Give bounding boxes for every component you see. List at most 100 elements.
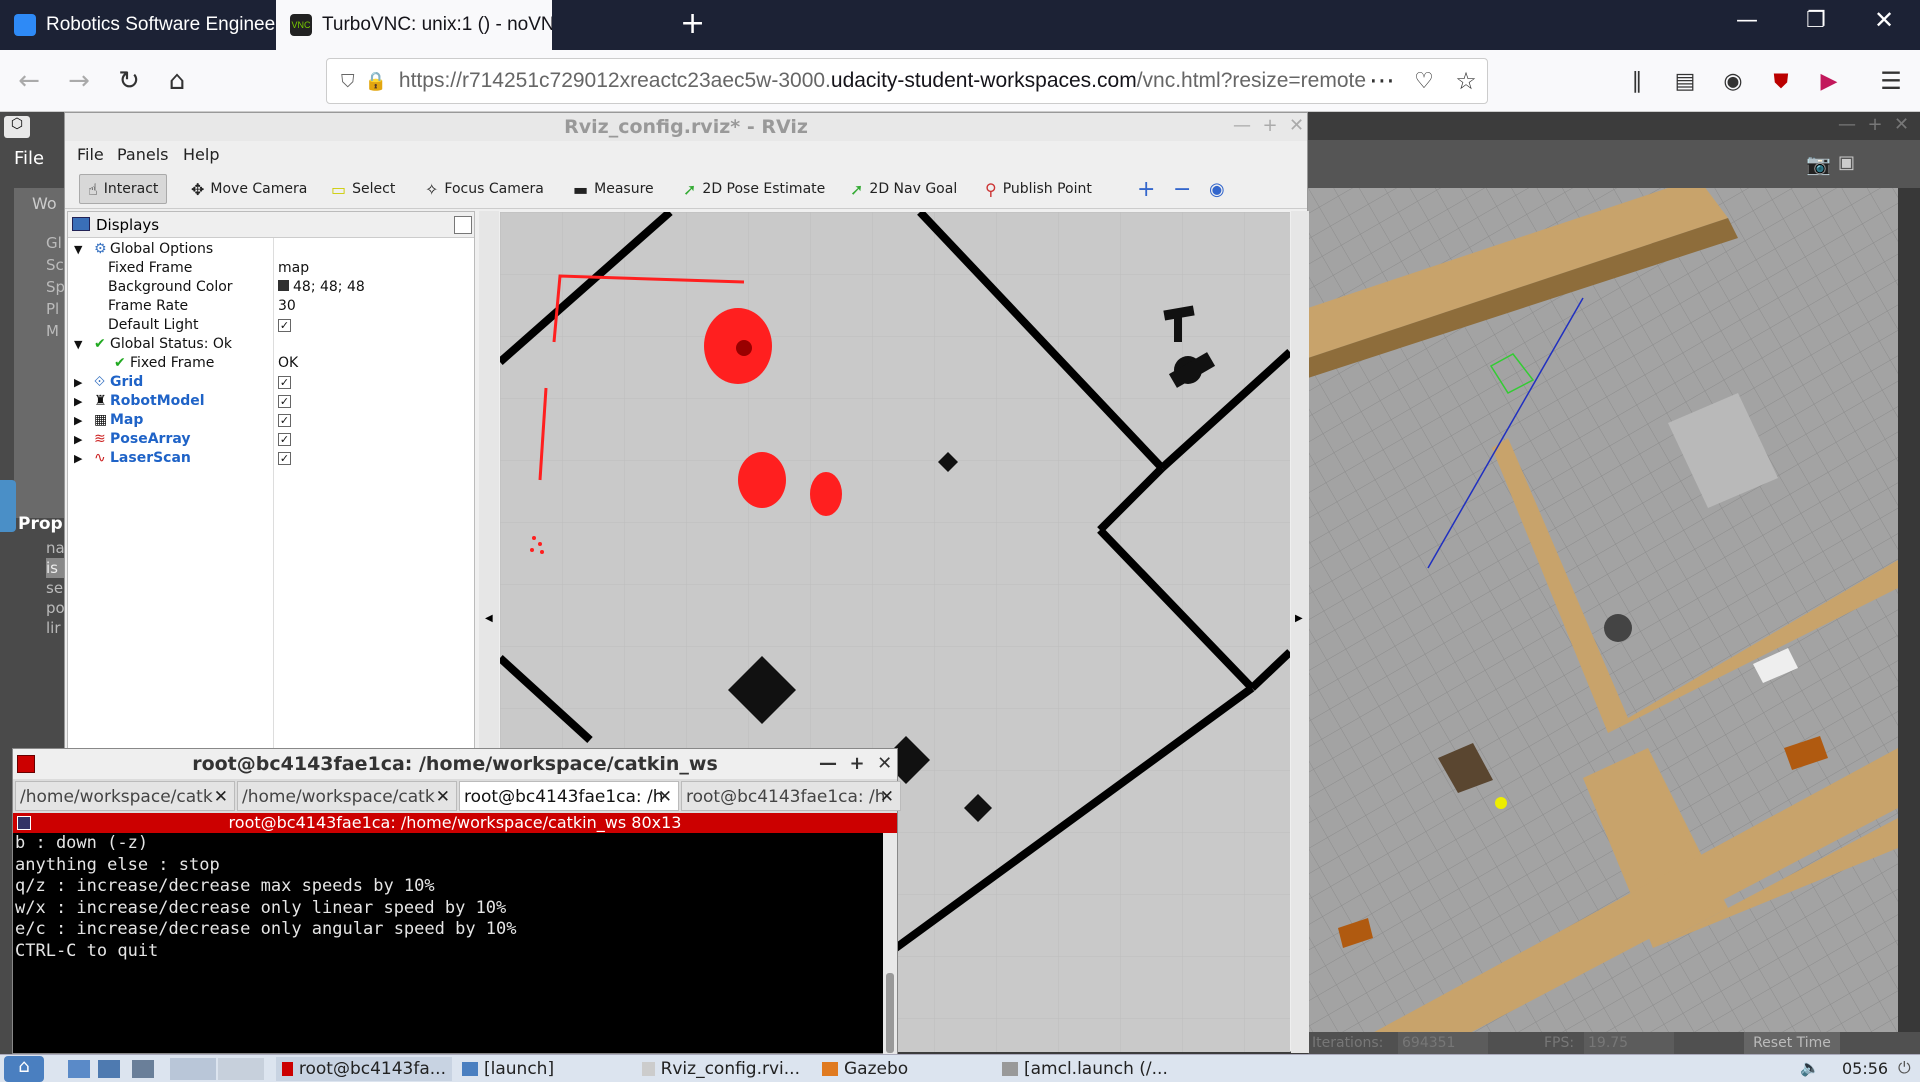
- file-menu[interactable]: File: [14, 148, 44, 169]
- more-icon[interactable]: ⋯: [1363, 62, 1401, 100]
- terminal-launcher-icon[interactable]: [132, 1060, 154, 1078]
- terminal-tab[interactable]: /home/workspace/catk ✕: [237, 781, 457, 811]
- remove-tool-icon[interactable]: −: [1165, 174, 1199, 204]
- publish-point-tool[interactable]: ⚲ Publish Point: [977, 174, 1100, 204]
- workspace-1[interactable]: [170, 1058, 216, 1080]
- tree-robot-model[interactable]: ▶ ♜ RobotModel ✓: [68, 392, 474, 411]
- splitter-right[interactable]: ▶: [1291, 211, 1309, 1053]
- window-controls[interactable]: — + ✕: [819, 749, 892, 779]
- taskbar-item-gazebo[interactable]: Gazebo: [816, 1057, 986, 1081]
- interact-tool[interactable]: ☝ Interact: [79, 174, 168, 204]
- close-tab-icon[interactable]: ✕: [658, 782, 672, 810]
- start-menu-icon[interactable]: ⌂: [4, 1056, 44, 1082]
- reload-icon[interactable]: ↻: [110, 62, 148, 100]
- checkbox[interactable]: ✓: [278, 395, 291, 408]
- terminal-scrollbar[interactable]: [883, 833, 897, 1055]
- move-camera-tool[interactable]: ✥ Move Camera: [183, 174, 315, 204]
- expand-arrow-icon[interactable]: ▼: [74, 240, 82, 259]
- pocket-icon[interactable]: ♡: [1405, 62, 1443, 100]
- home-icon[interactable]: ⌂: [158, 62, 196, 100]
- terminal-tab[interactable]: /home/workspace/catk ✕: [15, 781, 235, 811]
- gazebo-3d-view[interactable]: [1308, 188, 1898, 1032]
- reset-time-button[interactable]: Reset Time: [1744, 1032, 1840, 1054]
- close-tab-icon[interactable]: ✕: [880, 782, 894, 810]
- forward-icon[interactable]: →: [60, 62, 98, 100]
- ublock-icon[interactable]: ⛊: [1762, 62, 1800, 100]
- power-icon[interactable]: ⏻: [1898, 1058, 1911, 1078]
- tree-frame-rate[interactable]: Frame Rate 30: [68, 297, 474, 316]
- extension-play-icon[interactable]: ▶: [1810, 62, 1848, 100]
- taskbar-item-terminal[interactable]: root@bc4143fa...: [276, 1057, 452, 1081]
- collapse-right-icon[interactable]: ▶: [1295, 613, 1303, 624]
- browser-tab-udacity[interactable]: Robotics Software Engineer - U ✕: [0, 0, 276, 50]
- tree-default-light[interactable]: Default Light ✓: [68, 316, 474, 335]
- menu-file[interactable]: File: [77, 141, 104, 169]
- browser-tab-novnc[interactable]: VNC TurboVNC: unix:1 () - noVNC ✕: [276, 0, 552, 50]
- checkbox[interactable]: ✓: [278, 433, 291, 446]
- collapse-arrow-icon[interactable]: ▶: [74, 392, 82, 411]
- tree-laser-scan[interactable]: ▶ ∿ LaserScan ✓: [68, 449, 474, 468]
- tree-fixed-frame[interactable]: Fixed Frame map: [68, 259, 474, 278]
- collapse-arrow-icon[interactable]: ▶: [74, 411, 82, 430]
- tree-grid[interactable]: ▶ ⟐ Grid ✓: [68, 373, 474, 392]
- workspace-2[interactable]: [218, 1058, 264, 1080]
- log-icon[interactable]: ▣: [1838, 152, 1855, 173]
- screenshot-icon[interactable]: 📷: [1806, 152, 1831, 176]
- browser-icon[interactable]: [98, 1060, 120, 1078]
- sidebar-icon[interactable]: ▤: [1666, 62, 1704, 100]
- select-tool[interactable]: ▭ Select: [323, 174, 403, 204]
- terminal-output[interactable]: b : down (-z) anything else : stop q/z : i…: [13, 833, 883, 1055]
- tree-pose-array[interactable]: ▶ ≋ PoseArray ✓: [68, 430, 474, 449]
- undock-button[interactable]: [454, 216, 472, 234]
- color-swatch[interactable]: [278, 280, 289, 291]
- new-tab-icon[interactable]: +: [680, 6, 705, 41]
- pose-estimate-tool[interactable]: ➚ 2D Pose Estimate: [675, 174, 833, 204]
- files-icon[interactable]: [68, 1060, 90, 1078]
- window-controls[interactable]: — + ✕: [1233, 115, 1304, 136]
- collapse-arrow-icon[interactable]: ▶: [74, 373, 82, 392]
- novnc-sidebar-handle[interactable]: [0, 480, 16, 532]
- menu-help[interactable]: Help: [183, 141, 219, 169]
- account-icon[interactable]: ◉: [1714, 62, 1752, 100]
- tree-map[interactable]: ▶ ▦ Map ✓: [68, 411, 474, 430]
- taskbar-item-amcl[interactable]: [amcl.launch (/...: [996, 1057, 1196, 1081]
- taskbar-item-launch[interactable]: [launch]: [456, 1057, 626, 1081]
- collapse-left-icon[interactable]: ◀: [485, 613, 493, 624]
- terminal-tab[interactable]: root@bc4143fae1ca: /h ✕: [681, 781, 901, 811]
- add-tool-icon[interactable]: +: [1129, 174, 1163, 204]
- collapse-arrow-icon[interactable]: ▶: [74, 449, 82, 468]
- select-icon: ▭: [331, 179, 347, 199]
- checkbox[interactable]: ✓: [278, 452, 291, 465]
- terminal-tab-active[interactable]: root@bc4143fae1ca: /h ✕: [459, 781, 679, 811]
- menu-icon[interactable]: ☰: [1872, 62, 1910, 100]
- checkbox[interactable]: ✓: [278, 414, 291, 427]
- checkbox[interactable]: ✓: [278, 376, 291, 389]
- terminal-tab-bar: /home/workspace/catk ✕ /home/workspace/ca…: [13, 779, 901, 813]
- tree-global-options[interactable]: ▼ ⚙ Global Options: [68, 240, 474, 259]
- minimize-icon[interactable]: —: [1736, 8, 1758, 33]
- library-icon[interactable]: ∥: [1618, 62, 1656, 100]
- close-tab-icon[interactable]: ✕: [436, 782, 450, 810]
- pose-array-icon: ≋: [94, 431, 106, 447]
- eye-icon[interactable]: ◉: [1201, 174, 1233, 204]
- back-icon[interactable]: ←: [10, 62, 48, 100]
- window-controls[interactable]: — + ✕: [1838, 114, 1909, 135]
- tree-status-fixed-frame[interactable]: ✔ Fixed Frame OK: [68, 354, 474, 373]
- measure-tool[interactable]: ▬ Measure: [565, 174, 662, 204]
- close-window-icon[interactable]: ✕: [1874, 6, 1894, 34]
- close-tab-icon[interactable]: ✕: [214, 782, 228, 810]
- collapse-arrow-icon[interactable]: ▶: [74, 430, 82, 449]
- bookmark-star-icon[interactable]: ☆: [1447, 62, 1485, 100]
- grid-icon: ⟐: [94, 374, 106, 390]
- url-bar[interactable]: ⛉ 🔒 https://r714251c729012xreactc23aec5w…: [326, 58, 1488, 104]
- restore-icon[interactable]: ❐: [1806, 8, 1826, 33]
- expand-arrow-icon[interactable]: ▼: [74, 335, 82, 354]
- checkbox[interactable]: ✓: [278, 319, 291, 332]
- taskbar-item-rviz[interactable]: Rviz_config.rvi...: [636, 1057, 806, 1081]
- tree-background-color[interactable]: Background Color 48; 48; 48: [68, 278, 474, 297]
- volume-icon[interactable]: 🔈: [1800, 1058, 1820, 1077]
- nav-goal-tool[interactable]: ➚ 2D Nav Goal: [842, 174, 965, 204]
- focus-camera-tool[interactable]: ✧ Focus Camera: [417, 174, 552, 204]
- menu-panels[interactable]: Panels: [117, 141, 169, 169]
- tree-global-status[interactable]: ▼ ✔ Global Status: Ok: [68, 335, 474, 354]
